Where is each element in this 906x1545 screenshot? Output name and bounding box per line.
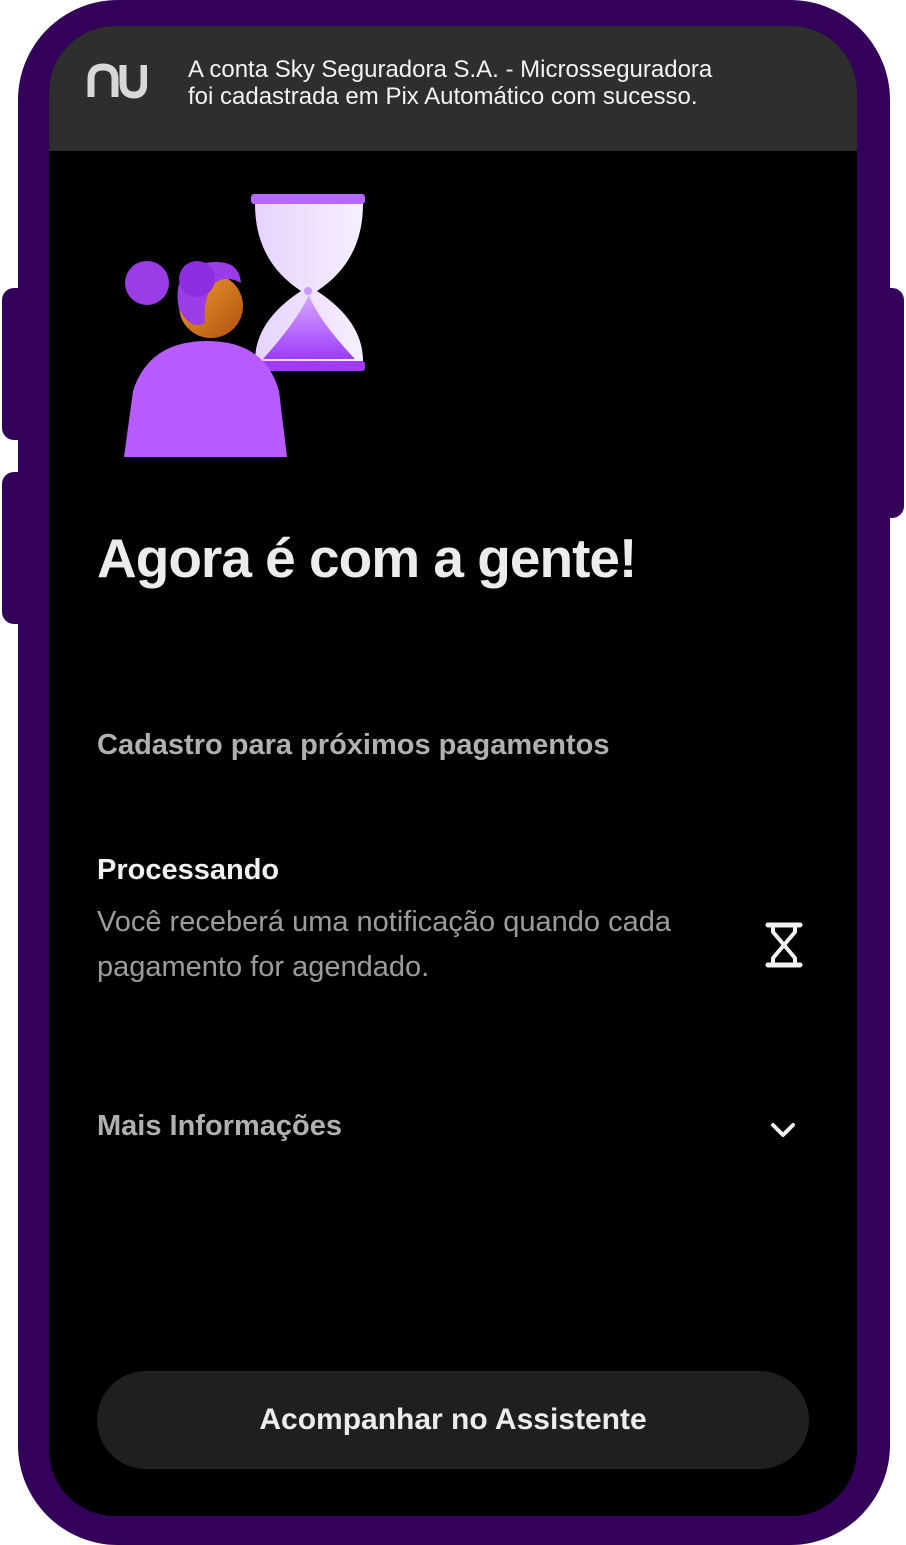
notification-message-line-2: foi cadastrada em Pix Automático com suc… xyxy=(188,83,698,110)
volume-up-button xyxy=(2,288,32,440)
more-info-toggle[interactable]: Mais Informações xyxy=(97,1104,809,1154)
hourglass-icon xyxy=(765,922,803,968)
app-screen: A conta Sky Seguradora S.A. - Microssegu… xyxy=(49,26,857,1516)
nubank-logo-icon xyxy=(87,63,147,99)
person-waiting-hourglass-illustration xyxy=(124,194,365,457)
volume-down-button xyxy=(2,472,32,624)
section-label: Cadastro para próximos pagamentos xyxy=(97,729,610,761)
power-button xyxy=(874,288,904,518)
notification-message-line-1: A conta Sky Seguradora S.A. - Microssegu… xyxy=(188,56,713,83)
follow-in-assistant-button[interactable]: Acompanhar no Assistente xyxy=(97,1371,809,1469)
chevron-down-icon xyxy=(771,1123,795,1137)
status-item: Processando Você receberá uma notificaçã… xyxy=(97,854,809,994)
status-title: Processando xyxy=(97,854,280,886)
notification-message: A conta Sky Seguradora S.A. - Microssegu… xyxy=(188,56,828,110)
page-title: Agora é com a gente! xyxy=(97,527,637,589)
notification-banner[interactable]: A conta Sky Seguradora S.A. - Microssegu… xyxy=(49,26,857,151)
more-info-label: Mais Informações xyxy=(97,1110,342,1142)
status-description: Você receberá uma notificação quando cad… xyxy=(97,906,671,983)
